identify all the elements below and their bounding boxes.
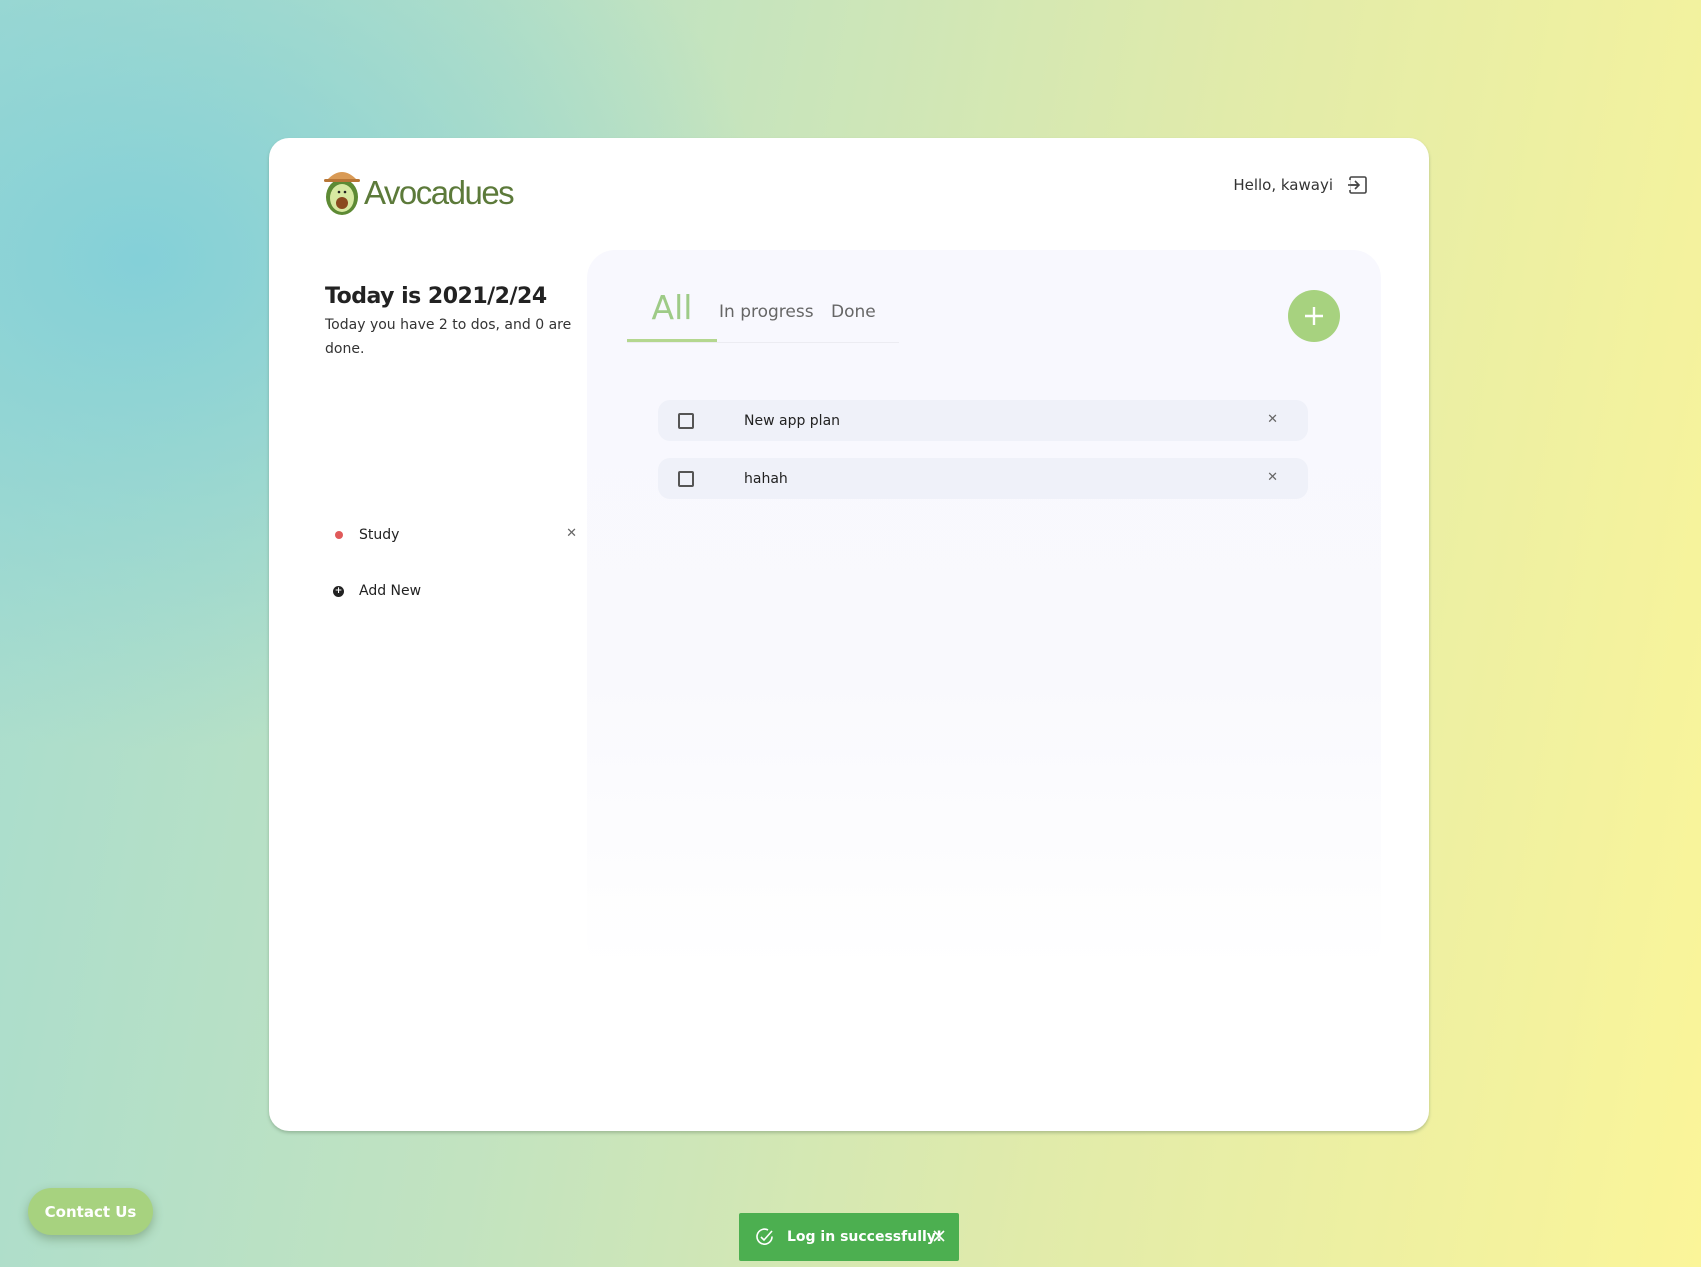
todo-checkbox[interactable]	[678, 412, 694, 429]
list-item: hahah ✕	[658, 458, 1308, 499]
app-logo[interactable]: Avocadues	[323, 166, 515, 216]
today-stats: Today you have 2 to dos, and 0 are done.	[325, 317, 572, 357]
contact-us-button[interactable]: Contact Us	[28, 1188, 153, 1235]
tab-all[interactable]: All	[627, 288, 717, 342]
toast-message: Log in successfully!	[787, 1229, 943, 1245]
category-color-dot	[335, 531, 343, 539]
todo-label: New app plan	[744, 412, 841, 429]
todo-panel: All In progress Done New app plan ✕ haha…	[587, 250, 1381, 970]
tab-in-progress[interactable]: In progress	[719, 302, 814, 342]
list-item: New app plan ✕	[658, 400, 1308, 441]
add-category-label: Add New	[359, 583, 422, 599]
main-card: Avocadues Hello, kawayi Today is 2021/2/…	[269, 138, 1429, 1131]
close-icon[interactable]	[931, 1228, 947, 1244]
check-circle-icon	[756, 1228, 773, 1245]
app-name: Avocadues	[364, 174, 515, 211]
category-item-study[interactable]: Study ✕	[325, 523, 585, 547]
delete-todo-close-icon[interactable]: ✕	[1267, 470, 1278, 485]
add-todo-button[interactable]	[1288, 290, 1340, 342]
filter-tabs: All In progress Done	[627, 288, 899, 343]
category-list: Study ✕ + Add New	[325, 523, 585, 635]
today-title: Today is 2021/2/24	[325, 284, 547, 309]
plus-icon	[1305, 307, 1323, 325]
delete-category-close-icon[interactable]: ✕	[566, 526, 577, 541]
user-greeting: Hello, kawayi	[1233, 176, 1333, 194]
tab-done[interactable]: Done	[831, 302, 876, 342]
todo-label: hahah	[744, 470, 788, 487]
delete-todo-close-icon[interactable]: ✕	[1267, 412, 1278, 427]
logout-icon[interactable]	[1347, 174, 1369, 196]
add-circle-icon: +	[333, 585, 344, 597]
add-category-button[interactable]: + Add New	[325, 579, 585, 603]
today-summary: Today is 2021/2/24 Today you have 2 to d…	[325, 284, 577, 361]
avocado-logo-icon	[324, 172, 360, 215]
user-area: Hello, kawayi	[1233, 174, 1369, 196]
todo-list: New app plan ✕ hahah ✕	[658, 400, 1308, 516]
success-toast: Log in successfully!	[739, 1213, 959, 1261]
todo-checkbox[interactable]	[678, 470, 694, 487]
category-label: Study	[359, 527, 400, 543]
